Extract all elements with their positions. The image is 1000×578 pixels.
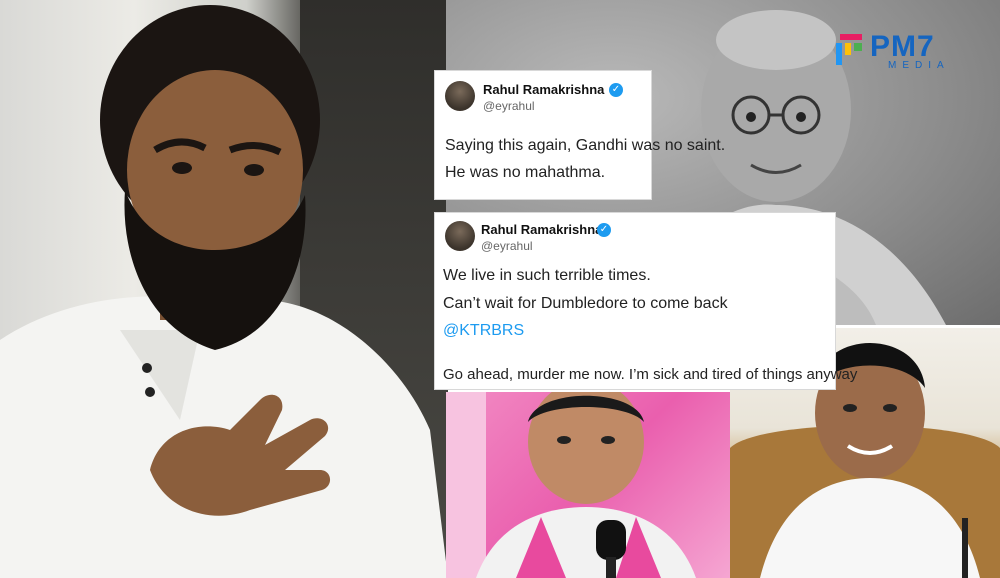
avatar: [445, 221, 475, 251]
shirt: [476, 507, 696, 578]
tweet-card-dumbledore: Rahul Ramakrishna ✓ @eyrahul We live in …: [434, 212, 857, 390]
tweet-text-line-2: He was no mahathma.: [445, 164, 606, 181]
tweet-author-handle: @eyrahul: [483, 99, 535, 113]
shirt-button: [142, 363, 152, 373]
tweet-text-closing: Go ahead, murder me now. I’m sick and ti…: [443, 366, 858, 383]
tweet-author-handle: @eyrahul: [481, 239, 533, 253]
pm7-media-logo: PM7 MEDIA: [836, 30, 986, 74]
tweet-author-name: Rahul Ramakrishna: [481, 222, 603, 237]
verified-badge-icon: ✓: [597, 223, 611, 237]
tweet-text-line-1: We live in such terrible times.: [443, 267, 651, 284]
microphone: [596, 520, 626, 560]
logo-sub-text: MEDIA: [888, 60, 950, 71]
microphone-stand: [962, 518, 968, 578]
ktr-figure: [446, 392, 696, 578]
bearded-man-figure: [0, 5, 448, 578]
tweet-card-gandhi: Rahul Ramakrishna ✓ @eyrahul Saying this…: [434, 70, 725, 200]
photo-man-at-microphone: [446, 392, 730, 578]
verified-badge-icon: ✓: [609, 83, 623, 97]
tweet-text-line-2: Can’t wait for Dumbledore to come back: [443, 295, 728, 312]
avatar: [445, 81, 475, 111]
tweet-mention-link[interactable]: @KTRBRS: [443, 322, 524, 340]
collage-image: Rahul Ramakrishna ✓ @eyrahul Saying this…: [0, 0, 1000, 578]
tweet-text-line-1: Saying this again, Gandhi was no saint.: [445, 137, 726, 154]
logo-mark-icon: [836, 34, 866, 68]
tweet-author-name: Rahul Ramakrishna: [483, 82, 605, 97]
photo-left-bearded-man: [0, 0, 448, 578]
logo-brand-text: PM7: [870, 30, 935, 63]
